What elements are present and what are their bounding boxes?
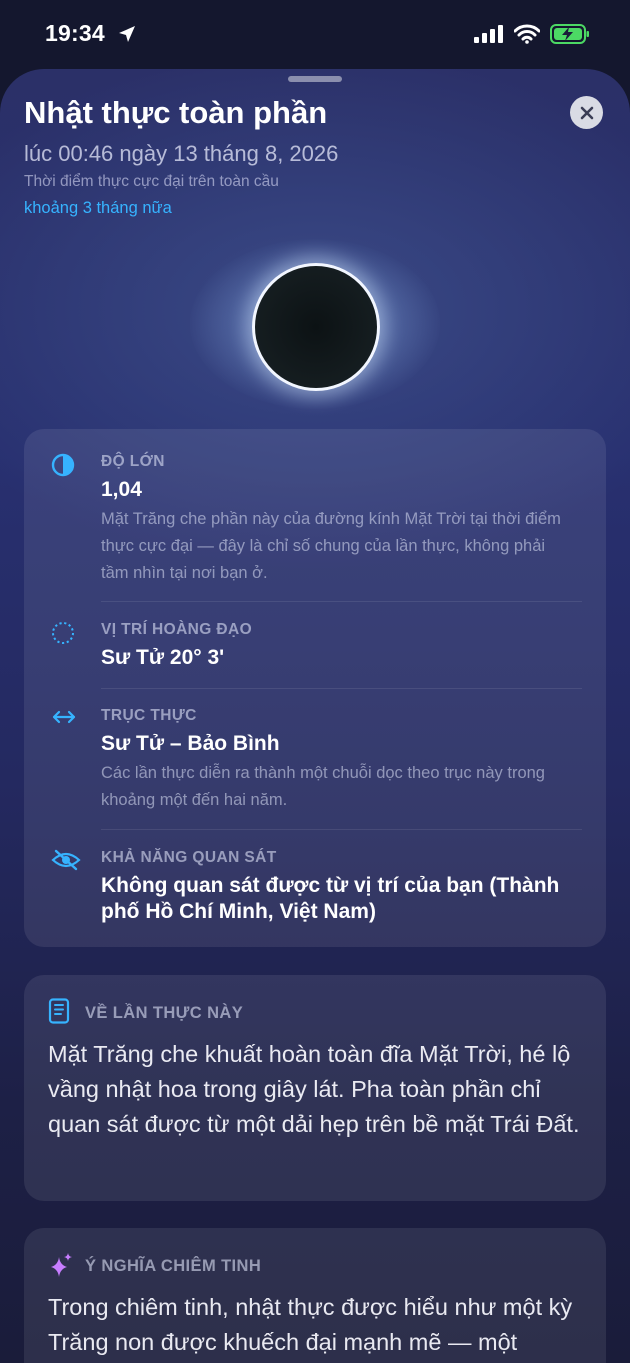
detail-value: Không quan sát được từ vị trí của bạn (T… [101, 874, 560, 923]
detail-value: Sư Tử 20° 3' [101, 646, 225, 669]
detail-label: TRỤC THỰC [101, 707, 197, 724]
eclipse-detail-sheet: Nhật thực toàn phần lúc 00:46 ngày 13 th… [0, 69, 630, 1363]
status-bar: 19:34 [0, 0, 630, 70]
page-title: Nhật thực toàn phần [24, 95, 328, 130]
eye-slash-icon [51, 849, 81, 876]
detail-value: Sư Tử – Bảo Bình [101, 732, 280, 755]
close-icon [580, 106, 593, 119]
location-arrow-icon [118, 25, 136, 48]
eclipse-illustration [252, 263, 380, 391]
sheet-grabber[interactable] [288, 76, 342, 82]
divider [101, 688, 582, 689]
battery-charging-icon [550, 24, 590, 49]
left-right-arrow-icon [51, 707, 77, 732]
signal-icon [474, 25, 504, 48]
status-time: 19:34 [45, 20, 105, 46]
detail-description: Mặt Trăng che phần này của đường kính Mặ… [101, 510, 561, 582]
details-card: ĐỘ LỚN 1,04 Mặt Trăng che phần này của đ… [24, 429, 606, 947]
section-body: Mặt Trăng che khuất hoàn toàn đĩa Mặt Tr… [48, 1041, 580, 1137]
datetime-caption: Thời điểm thực cực đại trên toàn cầu [24, 173, 279, 190]
section-label: Ý NGHĨA CHIÊM TINH [85, 1257, 262, 1275]
dotted-circle-icon [51, 621, 75, 650]
divider [101, 601, 582, 602]
status-icons [474, 24, 590, 49]
section-label: VỀ LẦN THỰC NÀY [85, 1004, 244, 1022]
detail-label: KHẢ NĂNG QUAN SÁT [101, 849, 277, 866]
detail-value: 1,04 [101, 478, 142, 501]
wifi-icon [513, 24, 541, 49]
detail-label: ĐỘ LỚN [101, 453, 165, 470]
eclipse-datetime: lúc 00:46 ngày 13 tháng 8, 2026 [24, 141, 339, 166]
relative-time: khoảng 3 tháng nữa [24, 199, 172, 217]
section-body: Trong chiêm tinh, nhật thực được hiểu nh… [48, 1294, 573, 1355]
sparkles-icon [48, 1252, 74, 1285]
close-button[interactable] [570, 96, 603, 129]
detail-description: Các lần thực diễn ra thành một chuỗi dọc… [101, 764, 545, 809]
half-circle-icon [51, 453, 75, 482]
divider [101, 829, 582, 830]
about-card: VỀ LẦN THỰC NÀY Mặt Trăng che khuất hoàn… [24, 975, 606, 1201]
astrology-card: Ý NGHĨA CHIÊM TINH Trong chiêm tinh, nhậ… [24, 1228, 606, 1363]
book-icon [48, 998, 70, 1029]
detail-label: VỊ TRÍ HOÀNG ĐẠO [101, 621, 253, 638]
